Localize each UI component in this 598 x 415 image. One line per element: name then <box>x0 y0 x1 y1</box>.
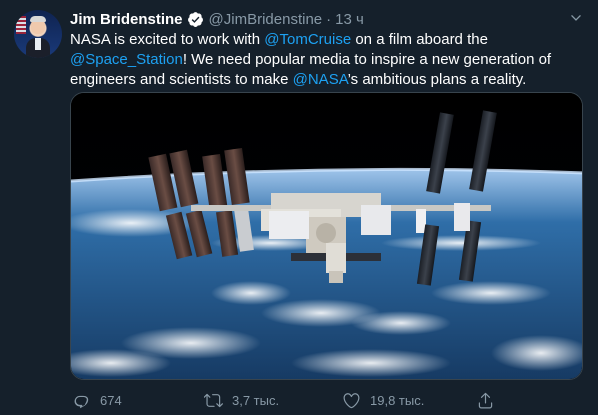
avatar[interactable] <box>14 10 62 58</box>
reply-icon <box>74 395 89 408</box>
author-name[interactable]: Jim Bridenstine <box>70 11 183 28</box>
share-icon <box>478 392 493 408</box>
retweet-count: 3,7 тыс. <box>232 392 280 408</box>
text-part: on a film aboard the <box>351 31 488 48</box>
tweet-text: NASA is excited to work with @TomCruise … <box>70 30 584 89</box>
tweet-timestamp[interactable]: 13 ч <box>335 11 364 28</box>
heart-icon <box>343 392 360 408</box>
mention-link[interactable]: @Space_Station <box>70 51 183 68</box>
author-handle[interactable]: @JimBridenstine <box>209 11 323 28</box>
tweet-media-image[interactable] <box>70 92 583 380</box>
retweet-icon <box>204 393 223 407</box>
text-part: NASA is excited to work with <box>70 31 265 48</box>
tweet-header: Jim Bridenstine @JimBridenstine · 13 ч <box>70 9 364 29</box>
tweet[interactable]: Jim Bridenstine @JimBridenstine · 13 ч N… <box>0 0 598 415</box>
header-separator: · <box>326 10 332 28</box>
like-button[interactable]: 19,8 тыс. <box>342 388 424 412</box>
avatar-hair <box>30 16 46 22</box>
mention-link[interactable]: @TomCruise <box>264 31 351 48</box>
mention-link[interactable]: @NASA <box>293 71 348 88</box>
share-button[interactable] <box>476 388 504 412</box>
reply-button[interactable]: 674 <box>72 388 122 412</box>
space-station-photo <box>71 93 582 379</box>
avatar-flag <box>16 16 26 34</box>
text-part: ’s ambitious plans a reality. <box>347 70 527 88</box>
verified-badge-icon <box>187 11 203 27</box>
tweet-actions: 674 3,7 тыс. 19,8 тыс. <box>70 388 584 412</box>
chevron-down-icon[interactable] <box>568 10 584 26</box>
retweet-button[interactable]: 3,7 тыс. <box>204 388 279 412</box>
reply-count: 674 <box>100 392 122 408</box>
avatar-shirt <box>35 38 41 50</box>
like-count: 19,8 тыс. <box>370 392 425 408</box>
